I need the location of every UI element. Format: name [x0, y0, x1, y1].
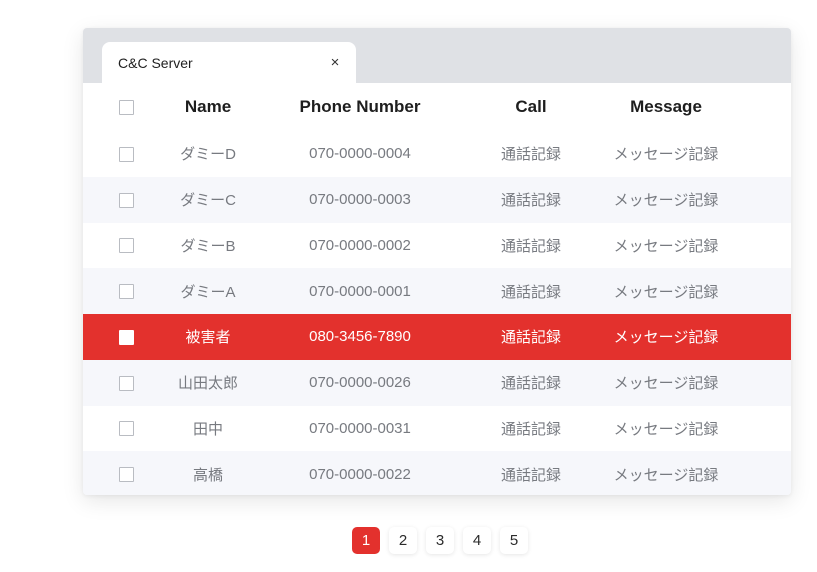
header-call[interactable]: Call [473, 83, 589, 131]
row-select-cell [83, 268, 169, 314]
row-select-cell [83, 177, 169, 223]
row-call-log[interactable]: 通話記録 [473, 360, 589, 406]
row-name: ダミーA [180, 283, 236, 301]
row-phone: 070-0000-0031 [309, 419, 411, 437]
tab-cc-server[interactable]: C&C Server × [102, 42, 356, 83]
page-button-3[interactable]: 3 [426, 527, 454, 554]
table-row[interactable]: 被害者 080-3456-7890 通話記録 メッセージ記録 [83, 314, 791, 360]
page-button-4[interactable]: 4 [463, 527, 491, 554]
row-checkbox[interactable] [118, 284, 134, 300]
row-select-cell [83, 360, 169, 406]
row-name: 高橋 [192, 466, 223, 484]
row-name: ダミーC [180, 192, 236, 210]
row-checkbox[interactable] [118, 329, 134, 345]
pagination: 12345 [352, 527, 528, 554]
row-name: ダミーD [180, 146, 236, 164]
row-call-log[interactable]: 通話記録 [473, 177, 589, 223]
row-phone: 070-0000-0002 [309, 236, 411, 254]
row-phone: 070-0000-0026 [309, 374, 411, 392]
row-call-log[interactable]: 通話記録 [473, 451, 589, 495]
app-window: C&C Server × Name Phone Number Call Mess… [83, 28, 791, 495]
row-select-cell [83, 131, 169, 177]
row-call-log[interactable]: 通話記録 [473, 268, 589, 314]
page-button-2[interactable]: 2 [389, 527, 417, 554]
table-row[interactable]: ダミーB 070-0000-0002 通話記録 メッセージ記録 [83, 223, 791, 269]
row-spacer [743, 451, 791, 495]
row-call-log[interactable]: 通話記録 [473, 314, 589, 360]
row-select-cell [83, 406, 169, 452]
row-spacer [743, 131, 791, 177]
row-phone: 080-3456-7890 [309, 328, 411, 346]
row-select-cell [83, 314, 169, 360]
tab-title: C&C Server [118, 54, 193, 71]
select-all-cell [83, 83, 169, 131]
row-phone: 070-0000-0004 [309, 145, 411, 163]
row-select-cell [83, 451, 169, 495]
row-message-log[interactable]: メッセージ記録 [589, 223, 743, 269]
row-name: 田中 [192, 420, 223, 438]
row-checkbox[interactable] [118, 146, 134, 162]
row-name: ダミーB [180, 237, 236, 255]
header-name[interactable]: Name [169, 83, 247, 131]
row-name: 被害者 [185, 329, 231, 347]
page-button-1[interactable]: 1 [352, 527, 380, 554]
row-spacer [743, 314, 791, 360]
table-row[interactable]: 山田太郎 070-0000-0026 通話記録 メッセージ記録 [83, 359, 791, 406]
row-spacer [743, 223, 791, 269]
row-call-log[interactable]: 通話記録 [473, 131, 589, 177]
row-message-log[interactable]: メッセージ記録 [589, 360, 743, 406]
row-message-log[interactable]: メッセージ記録 [589, 177, 743, 223]
row-message-log[interactable]: メッセージ記録 [589, 131, 743, 177]
row-checkbox[interactable] [118, 375, 134, 391]
row-phone: 070-0000-0003 [309, 191, 411, 209]
row-spacer [743, 177, 791, 223]
row-message-log[interactable]: メッセージ記録 [589, 268, 743, 314]
table-row[interactable]: ダミーD 070-0000-0004 通話記録 メッセージ記録 [83, 131, 791, 177]
table-row[interactable]: 高橋 070-0000-0022 通話記録 メッセージ記録 [83, 451, 791, 495]
row-message-log[interactable]: メッセージ記録 [589, 314, 743, 360]
row-call-log[interactable]: 通話記録 [473, 406, 589, 452]
tab-bar: C&C Server × [83, 28, 791, 83]
row-phone: 070-0000-0022 [309, 465, 411, 483]
contacts-table: Name Phone Number Call Message ダミーD 070-0… [83, 83, 791, 495]
row-message-log[interactable]: メッセージ記録 [589, 451, 743, 495]
select-all-checkbox[interactable] [118, 100, 134, 116]
row-spacer [743, 406, 791, 452]
row-checkbox[interactable] [118, 192, 134, 208]
table-row[interactable]: ダミーA 070-0000-0001 通話記録 メッセージ記録 [83, 268, 791, 314]
header-spacer [743, 83, 791, 131]
header-message[interactable]: Message [589, 83, 743, 131]
row-checkbox[interactable] [118, 238, 134, 254]
close-icon[interactable]: × [326, 54, 344, 72]
table-header-row: Name Phone Number Call Message [83, 83, 791, 131]
row-spacer [743, 360, 791, 406]
row-select-cell [83, 223, 169, 269]
table-row[interactable]: 田中 070-0000-0031 通話記録 メッセージ記録 [83, 406, 791, 452]
header-phone[interactable]: Phone Number [247, 83, 473, 131]
page-button-5[interactable]: 5 [500, 527, 528, 554]
table-row[interactable]: ダミーC 070-0000-0003 通話記録 メッセージ記録 [83, 176, 791, 223]
row-spacer [743, 268, 791, 314]
row-call-log[interactable]: 通話記録 [473, 223, 589, 269]
row-phone: 070-0000-0001 [309, 282, 411, 300]
row-message-log[interactable]: メッセージ記録 [589, 406, 743, 452]
row-checkbox[interactable] [118, 421, 134, 437]
row-checkbox[interactable] [118, 467, 134, 483]
row-name: 山田太郎 [177, 375, 238, 393]
